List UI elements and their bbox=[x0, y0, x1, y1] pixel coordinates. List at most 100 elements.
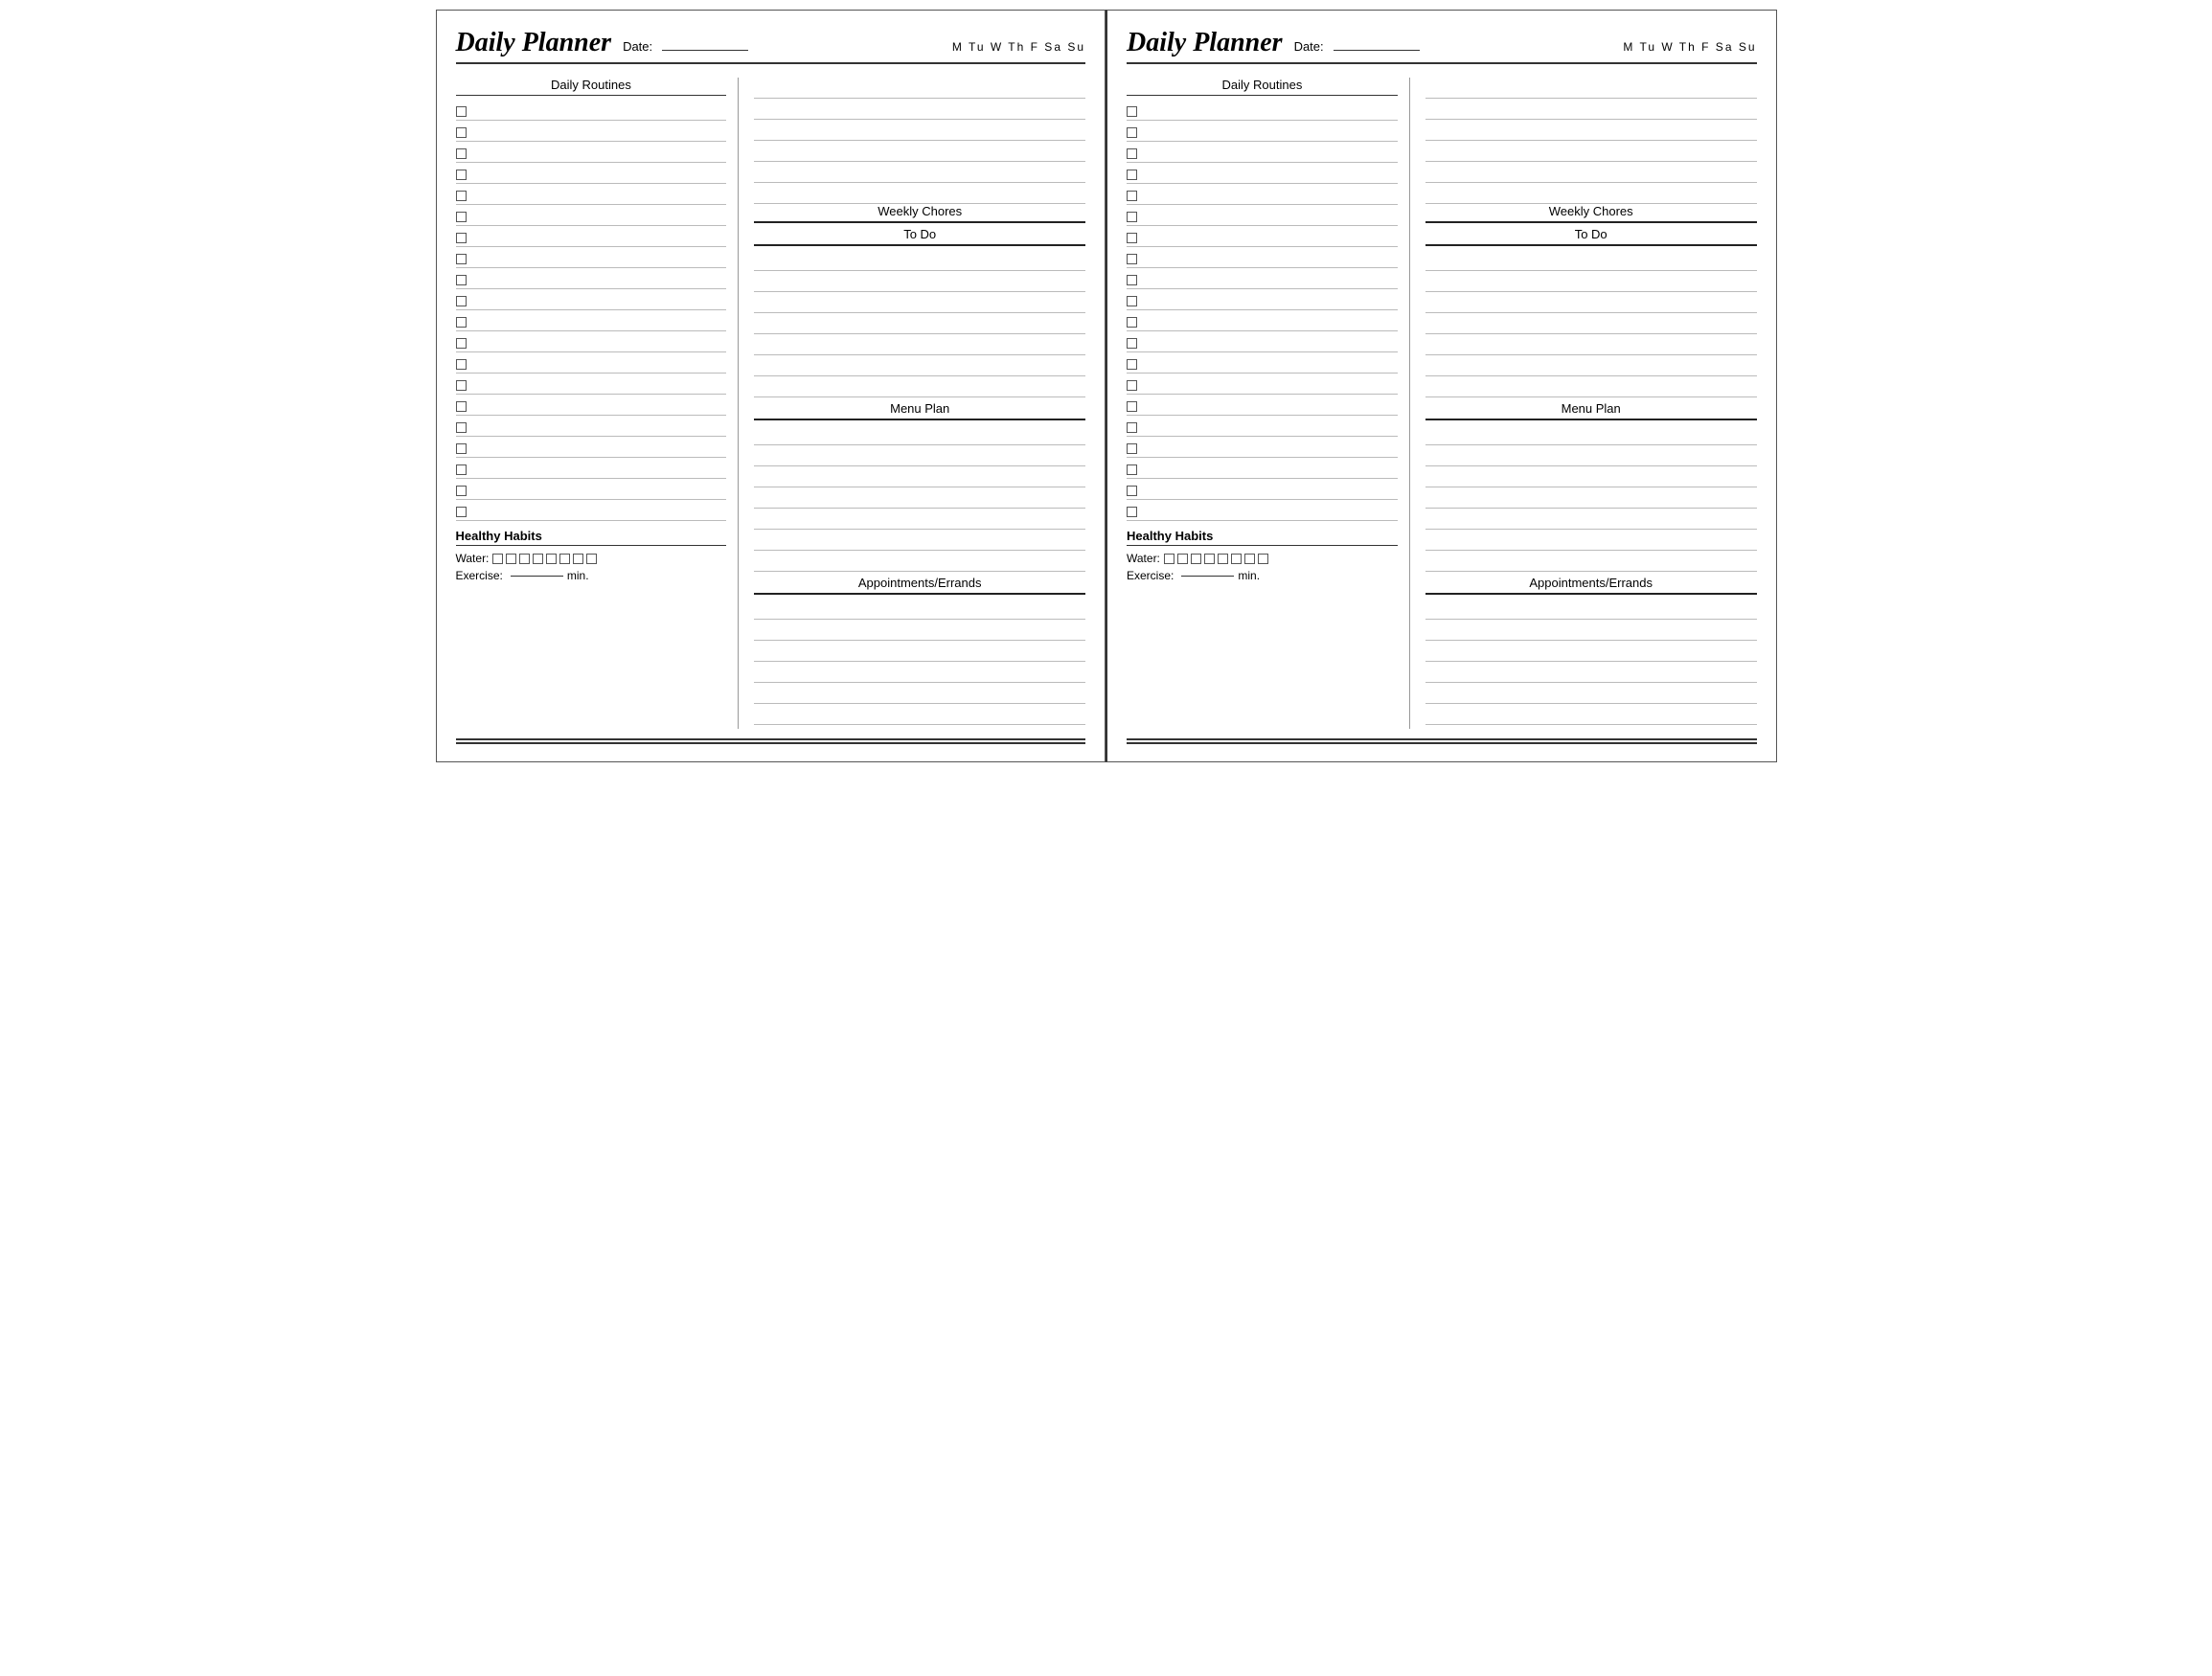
checkbox[interactable] bbox=[456, 464, 467, 475]
routine-item bbox=[456, 310, 727, 331]
water-box[interactable] bbox=[533, 554, 543, 564]
checkbox[interactable] bbox=[1127, 464, 1137, 475]
water-box[interactable] bbox=[1191, 554, 1201, 564]
line-row bbox=[1425, 424, 1757, 445]
date-input-line[interactable] bbox=[1334, 50, 1420, 51]
water-box[interactable] bbox=[1258, 554, 1268, 564]
water-box[interactable] bbox=[492, 554, 503, 564]
checkbox[interactable] bbox=[1127, 507, 1137, 517]
checkbox[interactable] bbox=[1127, 148, 1137, 159]
checkbox[interactable] bbox=[1127, 401, 1137, 412]
page-title: Daily Planner bbox=[456, 28, 612, 58]
exercise-input-line[interactable] bbox=[1181, 576, 1234, 577]
checkbox[interactable] bbox=[456, 507, 467, 517]
line-row bbox=[1425, 445, 1757, 466]
line-row bbox=[754, 424, 1085, 445]
checkbox[interactable] bbox=[1127, 106, 1137, 117]
water-box[interactable] bbox=[1204, 554, 1215, 564]
healthy-habits-section: Healthy HabitsWater:Exercise:min. bbox=[1127, 529, 1398, 582]
checkbox[interactable] bbox=[456, 296, 467, 306]
checkbox[interactable] bbox=[1127, 296, 1137, 306]
routine-item bbox=[1127, 458, 1398, 479]
line-row bbox=[1425, 551, 1757, 572]
to-do-header: To Do bbox=[754, 227, 1085, 246]
exercise-input-line[interactable] bbox=[511, 576, 563, 577]
exercise-label: Exercise: bbox=[1127, 569, 1174, 582]
checkbox[interactable] bbox=[1127, 170, 1137, 180]
water-box[interactable] bbox=[1164, 554, 1174, 564]
checkbox[interactable] bbox=[456, 422, 467, 433]
checkbox[interactable] bbox=[456, 191, 467, 201]
line-row bbox=[1425, 620, 1757, 641]
water-box[interactable] bbox=[559, 554, 570, 564]
water-box[interactable] bbox=[586, 554, 597, 564]
date-label: Date: bbox=[1294, 39, 1324, 54]
checkbox[interactable] bbox=[456, 148, 467, 159]
checkbox[interactable] bbox=[1127, 233, 1137, 243]
checkbox[interactable] bbox=[456, 170, 467, 180]
water-label: Water: bbox=[1127, 552, 1160, 565]
line-row bbox=[1425, 355, 1757, 376]
checkbox[interactable] bbox=[1127, 443, 1137, 454]
checkbox[interactable] bbox=[456, 106, 467, 117]
checkbox[interactable] bbox=[456, 443, 467, 454]
checkbox[interactable] bbox=[1127, 275, 1137, 285]
right-section-appointments-errands: Appointments/Errands bbox=[754, 576, 1085, 725]
line-row bbox=[754, 509, 1085, 530]
checkbox[interactable] bbox=[456, 359, 467, 370]
checkbox[interactable] bbox=[1127, 359, 1137, 370]
line-row bbox=[1425, 334, 1757, 355]
checkbox[interactable] bbox=[1127, 380, 1137, 391]
line-row bbox=[1425, 120, 1757, 141]
left-column: Daily RoutinesHealthy HabitsWater:Exerci… bbox=[1127, 78, 1410, 729]
routine-item bbox=[456, 374, 727, 395]
routine-item bbox=[456, 395, 727, 416]
weekly-chores-header: Weekly Chores bbox=[1425, 204, 1757, 223]
water-box[interactable] bbox=[1177, 554, 1188, 564]
checkbox[interactable] bbox=[1127, 254, 1137, 264]
line-row bbox=[754, 355, 1085, 376]
line-row bbox=[754, 141, 1085, 162]
checkbox[interactable] bbox=[456, 233, 467, 243]
checkbox[interactable] bbox=[456, 275, 467, 285]
water-box[interactable] bbox=[1244, 554, 1255, 564]
right-section-appointments-errands: Appointments/Errands bbox=[1425, 576, 1757, 725]
routine-item bbox=[1127, 205, 1398, 226]
checkbox[interactable] bbox=[456, 338, 467, 349]
water-box[interactable] bbox=[546, 554, 557, 564]
water-box[interactable] bbox=[1218, 554, 1228, 564]
routine-item bbox=[1127, 500, 1398, 521]
water-box[interactable] bbox=[1231, 554, 1242, 564]
checkbox[interactable] bbox=[456, 486, 467, 496]
date-label: Date: bbox=[623, 39, 652, 54]
line-row bbox=[1425, 599, 1757, 620]
line-row bbox=[754, 162, 1085, 183]
date-input-line[interactable] bbox=[662, 50, 748, 51]
checkbox[interactable] bbox=[1127, 212, 1137, 222]
line-row bbox=[754, 445, 1085, 466]
checkbox[interactable] bbox=[456, 401, 467, 412]
line-row bbox=[754, 376, 1085, 397]
checkbox[interactable] bbox=[1127, 191, 1137, 201]
checkbox[interactable] bbox=[456, 212, 467, 222]
right-section-weekly-chores: Weekly Chores bbox=[754, 78, 1085, 223]
water-box[interactable] bbox=[573, 554, 583, 564]
routine-item bbox=[1127, 437, 1398, 458]
checkbox[interactable] bbox=[1127, 422, 1137, 433]
checkbox[interactable] bbox=[456, 317, 467, 328]
water-row: Water: bbox=[456, 552, 727, 565]
checkbox[interactable] bbox=[456, 380, 467, 391]
line-row bbox=[1425, 704, 1757, 725]
checkbox[interactable] bbox=[1127, 486, 1137, 496]
checkbox[interactable] bbox=[1127, 127, 1137, 138]
routine-item bbox=[456, 458, 727, 479]
line-row bbox=[1425, 683, 1757, 704]
checkbox[interactable] bbox=[456, 254, 467, 264]
checkbox[interactable] bbox=[456, 127, 467, 138]
water-box[interactable] bbox=[506, 554, 516, 564]
water-box[interactable] bbox=[519, 554, 530, 564]
checkbox[interactable] bbox=[1127, 338, 1137, 349]
line-row bbox=[754, 78, 1085, 99]
checkbox[interactable] bbox=[1127, 317, 1137, 328]
line-row bbox=[1425, 250, 1757, 271]
